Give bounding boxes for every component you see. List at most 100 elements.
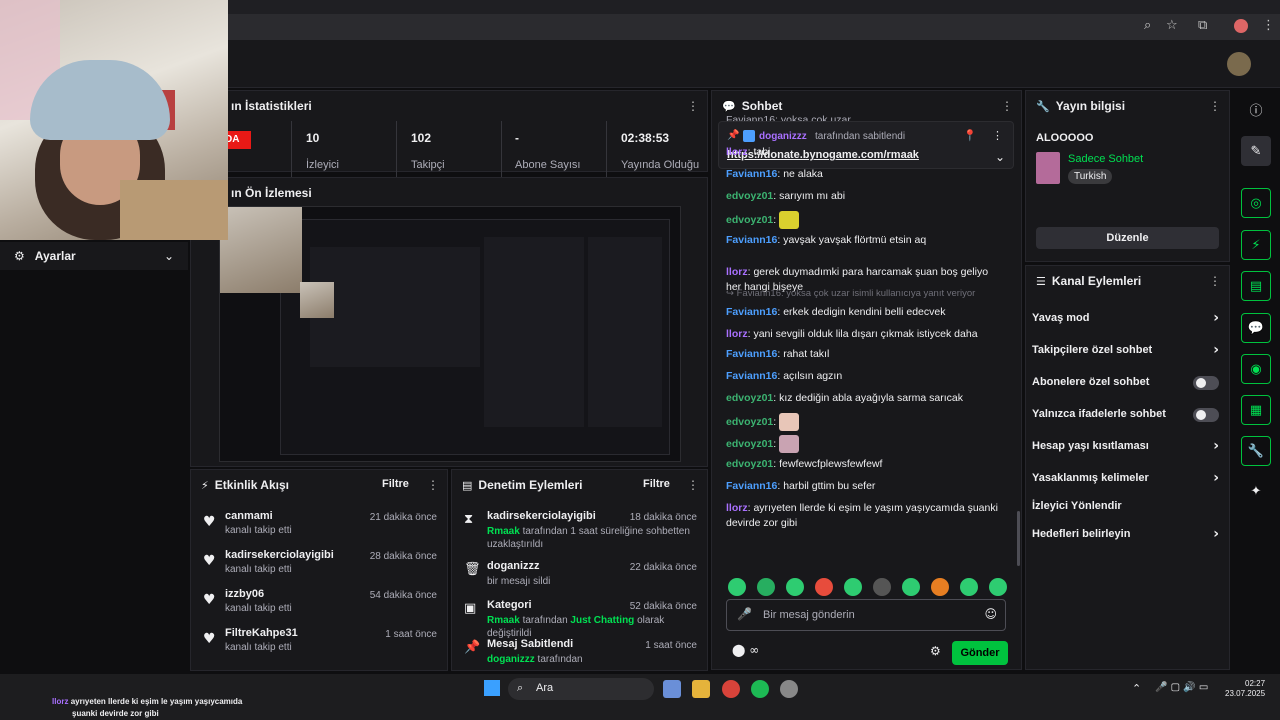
channel-action-item[interactable]: Yasaklanmış kelimeler › <box>1032 470 1219 492</box>
activity-filter-button[interactable]: Filtre <box>382 478 409 490</box>
chat-username[interactable]: edvoyz01 <box>726 458 773 470</box>
tray-icons[interactable]: 🎤 ▢ 🔊 ▭ <box>1155 682 1208 693</box>
tray-chevron-icon[interactable]: ⌃ <box>1132 682 1141 695</box>
emote-button[interactable] <box>931 578 949 596</box>
chat-bubble-icon[interactable]: 💬 <box>1241 313 1271 343</box>
emote-button[interactable] <box>757 578 775 596</box>
chat-username[interactable]: llorz <box>726 502 748 514</box>
taskview-icon[interactable] <box>663 680 681 698</box>
wrench-icon[interactable]: 🔧 <box>1241 436 1271 466</box>
info-icon[interactable]: ⓘ <box>1241 94 1271 124</box>
send-button[interactable]: Gönder <box>952 641 1008 665</box>
channel-action-item[interactable]: Hedefleri belirleyin › <box>1032 526 1219 548</box>
broadcast-icon[interactable]: ◉ <box>1241 354 1271 384</box>
pinned-menu-icon[interactable]: ⋮ <box>992 129 1003 142</box>
moderation-filter-button[interactable]: Filtre <box>643 478 670 490</box>
bookmark-star-icon[interactable]: ☆ <box>1166 18 1178 33</box>
notes-icon[interactable]: ▤ <box>1241 271 1271 301</box>
chat-username[interactable]: llorz <box>726 146 748 158</box>
camera-target-icon[interactable]: ◎ <box>1241 188 1271 218</box>
toggle-switch[interactable] <box>1193 408 1219 422</box>
chat-username[interactable]: edvoyz01 <box>726 214 773 226</box>
chat-username[interactable]: Faviann16 <box>726 306 777 318</box>
spotify-icon[interactable] <box>751 680 769 698</box>
chat-settings-gear-icon[interactable]: ⚙ <box>930 644 941 658</box>
emote-button[interactable] <box>728 578 746 596</box>
channel-action-item[interactable]: Hesap yaşı kısıtlaması › <box>1032 438 1219 460</box>
emote-button[interactable] <box>989 578 1007 596</box>
stream-info-menu-icon[interactable]: ⋮ <box>1209 99 1221 113</box>
extensions-icon[interactable]: ✦ <box>1241 476 1271 506</box>
edit-button[interactable]: Düzenle <box>1036 227 1219 249</box>
settings-label: Ayarlar <box>34 249 76 263</box>
file-explorer-icon[interactable] <box>692 680 710 698</box>
extensions-icon[interactable]: ⧉ <box>1198 18 1207 33</box>
id-card-icon[interactable]: ▦ <box>1241 395 1271 425</box>
sliders-icon: ☰ <box>1036 274 1046 288</box>
chat-username[interactable]: Faviann16 <box>726 168 777 180</box>
chat-username[interactable]: Faviann16 <box>726 480 777 492</box>
bolt-icon[interactable]: ⚡ <box>1241 230 1271 260</box>
chat-username[interactable]: Faviann16 <box>726 348 777 360</box>
stream-preview-video[interactable] <box>219 206 681 462</box>
unpin-icon[interactable]: 📍 <box>963 129 977 142</box>
gear-icon: ⚙ <box>14 249 25 263</box>
chat-menu-icon[interactable]: ⋮ <box>1001 99 1013 113</box>
chat-message: edvoyz01: fewfewcfplewsfewfewf <box>726 458 883 470</box>
activity-title: Etkinlik Akışı <box>214 478 289 492</box>
toggle-switch[interactable] <box>1193 376 1219 390</box>
channel-action-item[interactable]: Takipçilere özel sohbet › <box>1032 342 1219 364</box>
chat-username[interactable]: Faviann16 <box>726 234 777 246</box>
chat-message: Faviann16: harbil gttim bu sefer <box>726 480 876 492</box>
points-icon[interactable]: ⬤ ∞ <box>732 643 759 657</box>
emote-button[interactable] <box>786 578 804 596</box>
pencil-icon[interactable]: ✎ <box>1241 136 1271 166</box>
stream-title: ALOOOOO <box>1036 132 1094 144</box>
emote-image <box>779 435 800 453</box>
chat-message: edvoyz01: <box>726 435 1006 453</box>
browser-menu-icon[interactable]: ⋮ <box>1262 18 1275 33</box>
chat-input[interactable]: 🎤 Bir mesaj gönderin ☺ <box>726 599 1006 631</box>
emote-button[interactable] <box>960 578 978 596</box>
chrome-icon[interactable] <box>722 680 740 698</box>
chat-message: edvoyz01: <box>726 211 1006 229</box>
moderation-panel: ▤ Denetim Eylemleri Filtre ⋮ ⧗ kadirsekerc… <box>451 469 708 671</box>
channel-action-item[interactable]: Yalnızca ifadelerle sohbet <box>1032 408 1219 428</box>
emoji-icon[interactable]: ☺ <box>984 607 997 621</box>
app-icon[interactable] <box>780 680 798 698</box>
stats-menu-icon[interactable]: ⋮ <box>687 99 699 113</box>
chat-panel: 💬 Sohbet ⋮ Faviann16: yoksa çok uzar 📌 do… <box>711 90 1022 670</box>
stat-viewers: 10 İzleyici <box>306 131 340 171</box>
chevron-right-icon: › <box>1213 470 1219 486</box>
chat-username[interactable]: edvoyz01 <box>726 190 773 202</box>
moderation-menu-icon[interactable]: ⋮ <box>687 478 699 492</box>
chat-username[interactable]: edvoyz01 <box>726 438 773 450</box>
emote-button[interactable] <box>815 578 833 596</box>
chat-scrollbar[interactable] <box>1017 511 1020 566</box>
channel-action-item[interactable]: Yavaş mod › <box>1032 310 1219 332</box>
category-name[interactable]: Sadece Sohbet <box>1068 153 1143 165</box>
emote-button[interactable] <box>902 578 920 596</box>
chat-username[interactable]: Faviann16 <box>726 370 777 382</box>
windows-start-icon[interactable] <box>484 680 500 696</box>
chat-username[interactable]: edvoyz01 <box>726 416 773 428</box>
user-avatar[interactable] <box>1227 52 1251 76</box>
heart-icon: ♥ <box>203 514 216 530</box>
channel-actions-menu-icon[interactable]: ⋮ <box>1209 274 1221 288</box>
chat-username[interactable]: llorz <box>726 266 748 278</box>
settings-row[interactable]: ⚙ Ayarlar ⌄ <box>0 242 188 270</box>
chat-username[interactable]: llorz <box>726 328 748 340</box>
channel-action-item[interactable]: Abonelere özel sohbet <box>1032 376 1219 396</box>
taskbar-search[interactable]: ⌕ Ara <box>508 678 654 700</box>
chat-message: edvoyz01: sarıyım mı abi <box>726 190 846 202</box>
emote-button[interactable] <box>844 578 862 596</box>
taskbar-clock[interactable]: 02:27 23.07.2025 <box>1225 679 1265 699</box>
emote-button[interactable] <box>873 578 891 596</box>
zoom-icon[interactable]: ⌕ <box>1144 18 1151 33</box>
mic-icon[interactable]: 🎤 <box>737 607 752 621</box>
chat-username[interactable]: edvoyz01 <box>726 392 773 404</box>
activity-menu-icon[interactable]: ⋮ <box>427 478 439 492</box>
profile-avatar-icon[interactable] <box>1234 19 1248 33</box>
channel-action-item[interactable]: İzleyici Yönlendir <box>1032 500 1219 520</box>
pin-icon: 📌 <box>727 130 740 141</box>
